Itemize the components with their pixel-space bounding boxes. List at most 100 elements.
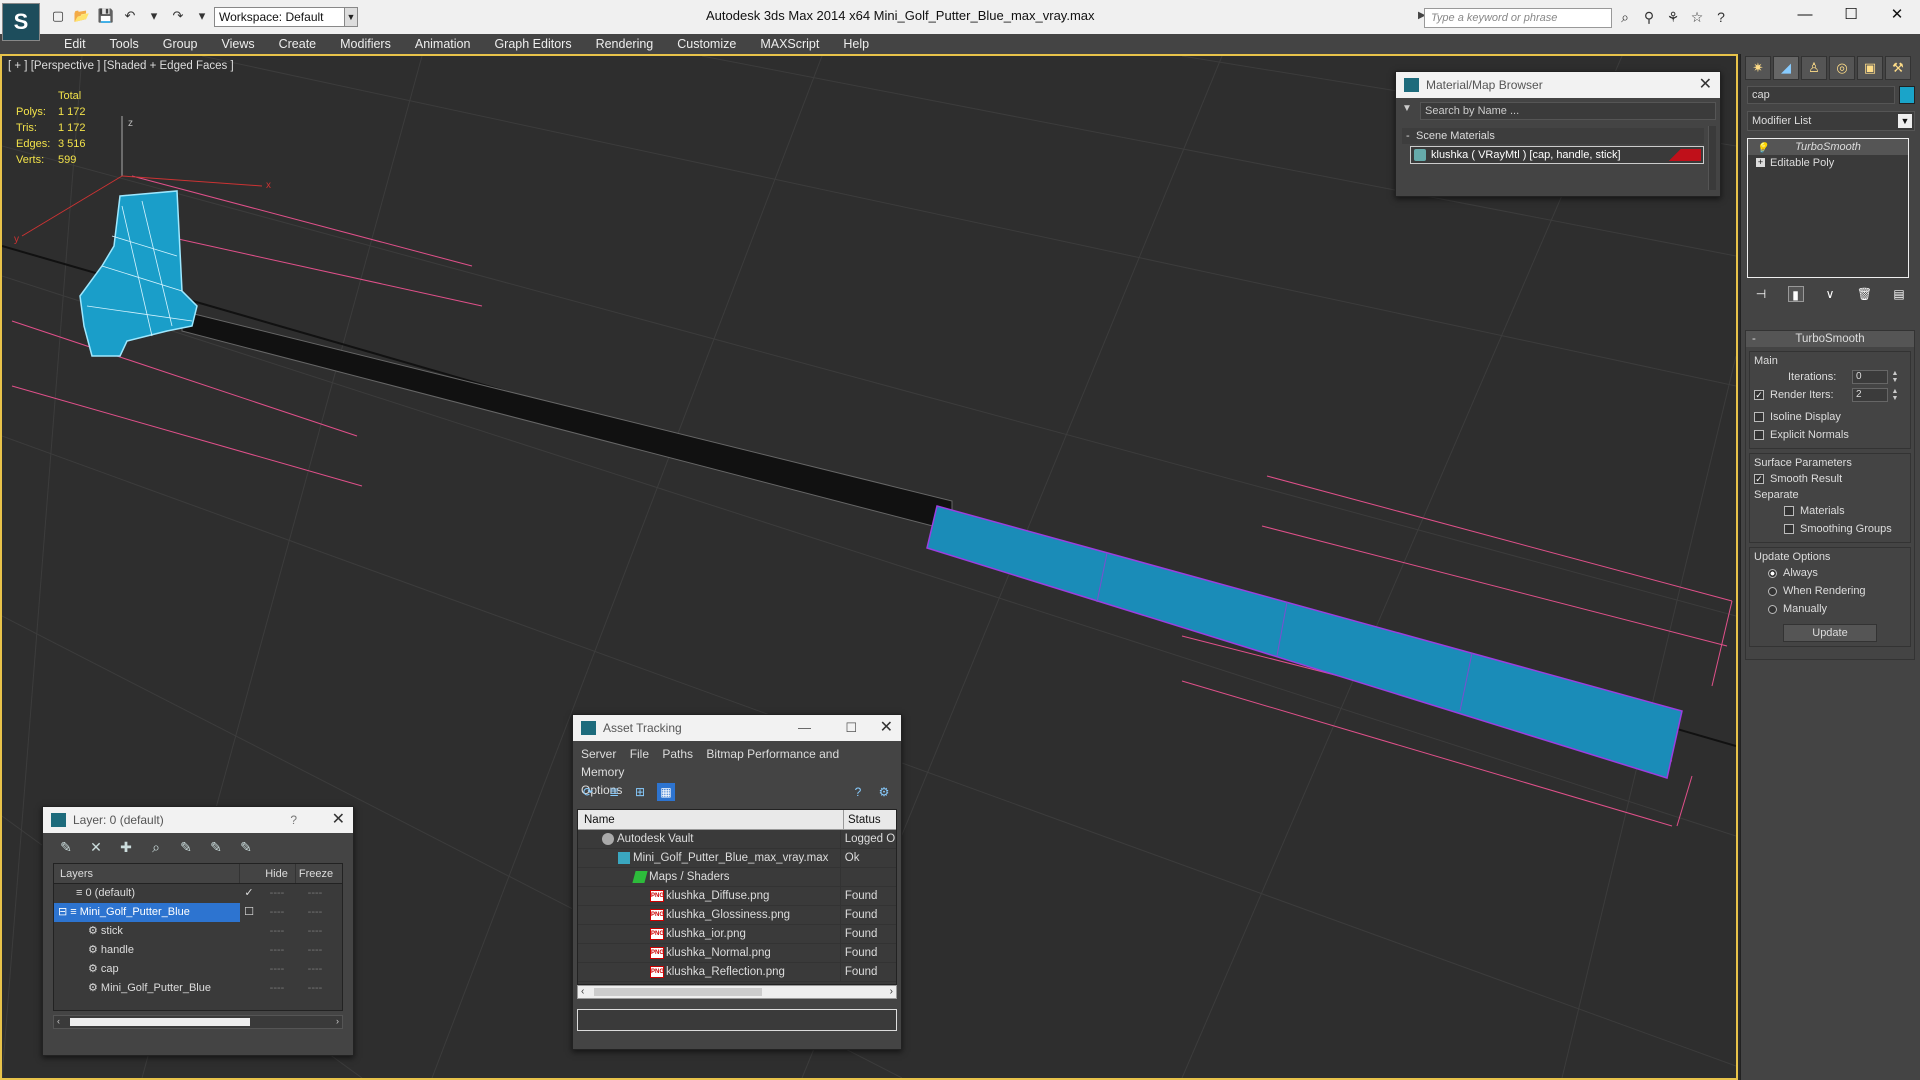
select-in-layer-icon[interactable]: ⌕ (147, 839, 165, 855)
motion-tab-icon[interactable]: ◎ (1829, 56, 1855, 80)
asset-scroll-right-icon[interactable]: › (890, 986, 893, 998)
layer-row-handle[interactable]: ⚙ handle ---- ---- (54, 941, 342, 960)
menu-animation[interactable]: Animation (403, 34, 483, 54)
layer-freeze-toggle[interactable]: ---- (296, 979, 334, 998)
table-view-icon[interactable]: ▦ (657, 783, 675, 801)
layer-hide-toggle[interactable]: ---- (258, 922, 296, 941)
layer-manager-titlebar[interactable]: Layer: 0 (default) ? ✕ (43, 807, 353, 833)
layer-freeze-toggle[interactable]: ---- (296, 941, 334, 960)
asset-horizontal-scrollbar[interactable]: ‹ › (577, 985, 897, 999)
current-layer-check-icon[interactable]: ☐ (240, 903, 258, 922)
modify-tab-icon[interactable]: ◢ (1773, 56, 1799, 80)
update-button[interactable]: Update (1783, 624, 1877, 642)
hide-all-layers-icon[interactable]: ✎ (207, 839, 225, 855)
turbosmooth-rollout-title[interactable]: TurboSmooth (1746, 331, 1914, 347)
layers-column-header[interactable]: Layers (54, 864, 240, 883)
asset-row-ior[interactable]: PNG klushka_ior.png Found (578, 925, 896, 944)
menu-maxscript[interactable]: MAXScript (748, 34, 831, 54)
asset-row-maps[interactable]: Maps / Shaders (578, 868, 896, 887)
redo-icon[interactable]: ↷ (168, 6, 188, 26)
asset-scroll-thumb[interactable] (594, 988, 762, 996)
object-color-swatch[interactable] (1899, 86, 1915, 104)
asset-name-column-header[interactable]: Name (578, 810, 844, 829)
isoline-display-checkbox[interactable] (1754, 412, 1764, 422)
asset-row-max-file[interactable]: Mini_Golf_Putter_Blue_max_vray.max Ok (578, 849, 896, 868)
new-file-icon[interactable]: ▢ (48, 6, 68, 26)
material-item-klushka[interactable]: klushka ( VRayMtl ) [cap, handle, stick] (1410, 146, 1704, 164)
material-browser-close-icon[interactable]: ✕ (1699, 72, 1712, 98)
scroll-left-icon[interactable]: ‹ (57, 1016, 60, 1026)
iterations-spinner-arrows-icon[interactable]: ▲ ▼ (1890, 370, 1900, 384)
menu-group[interactable]: Group (151, 34, 210, 54)
delete-layer-icon[interactable]: ✕ (87, 839, 105, 855)
material-browser-scrollbar[interactable] (1708, 126, 1716, 190)
binoculars-icon[interactable]: ⌕ (1616, 8, 1634, 26)
viewport-label[interactable]: [ + ] [Perspective ] [Shaded + Edged Fac… (8, 60, 234, 72)
layer-row-putter-object[interactable]: ⚙ Mini_Golf_Putter_Blue ---- ---- (54, 979, 342, 998)
render-iters-checkbox[interactable]: ✓ (1754, 390, 1764, 400)
save-file-icon[interactable]: 💾 (96, 6, 116, 26)
object-name-input[interactable]: cap (1747, 86, 1895, 104)
asset-status-column-header[interactable]: Status (844, 810, 881, 829)
current-layer-check-icon[interactable]: ✓ (240, 884, 258, 903)
asset-minimize-icon[interactable]: — (798, 715, 811, 741)
update-when-rendering-radio[interactable] (1768, 586, 1777, 596)
menu-rendering[interactable]: Rendering (584, 34, 666, 54)
workspace-select[interactable]: Workspace: Default (214, 7, 350, 27)
menu-tools[interactable]: Tools (98, 34, 151, 54)
layer-manager-close-icon[interactable]: ✕ (332, 807, 345, 833)
remove-modifier-icon[interactable]: 🗑 (1857, 286, 1873, 302)
refresh-icon[interactable]: ⟳ (579, 783, 597, 801)
separate-smoothing-groups-checkbox[interactable] (1784, 524, 1794, 534)
asset-settings-icon[interactable]: ⚙ (875, 783, 893, 801)
asset-menu-server[interactable]: Server (581, 747, 616, 761)
menu-help[interactable]: Help (831, 34, 881, 54)
display-tab-icon[interactable]: ▣ (1857, 56, 1883, 80)
render-iters-spinner-input[interactable]: 2 (1852, 388, 1888, 402)
layer-freeze-toggle[interactable]: ---- (296, 922, 334, 941)
layer-row-putter[interactable]: ⊟ ≡ Mini_Golf_Putter_Blue ☐ ---- ---- (54, 903, 342, 922)
help-icon[interactable]: ? (1712, 8, 1730, 26)
layer-row-stick[interactable]: ⚙ stick ---- ---- (54, 922, 342, 941)
scroll-right-icon[interactable]: › (336, 1016, 339, 1026)
menu-customize[interactable]: Customize (665, 34, 748, 54)
create-tab-icon[interactable]: ✷ (1745, 56, 1771, 80)
create-layer-icon[interactable]: ✎ (57, 839, 75, 855)
utilities-tab-icon[interactable]: ⚒ (1885, 56, 1911, 80)
asset-help-icon[interactable]: ? (849, 783, 867, 801)
show-end-result-icon[interactable]: ▮ (1787, 286, 1804, 302)
modifier-list-dropdown-icon[interactable]: ▼ (1898, 114, 1912, 128)
layer-hide-toggle[interactable]: ---- (258, 979, 296, 998)
maximize-button[interactable]: ☐ (1828, 0, 1874, 30)
tree-view-icon[interactable]: ⊞ (631, 783, 649, 801)
menu-modifiers[interactable]: Modifiers (328, 34, 403, 54)
explicit-normals-checkbox[interactable] (1754, 430, 1764, 440)
smooth-result-checkbox[interactable]: ✓ (1754, 474, 1764, 484)
expand-plus-icon[interactable]: + (1756, 158, 1765, 167)
asset-maximize-icon[interactable]: ☐ (845, 715, 857, 741)
undo-icon[interactable]: ↶ (120, 6, 140, 26)
subscription-key-icon[interactable]: ⚲ (1640, 8, 1658, 26)
menu-graph-editors[interactable]: Graph Editors (482, 34, 583, 54)
layer-scroll-thumb[interactable] (70, 1018, 250, 1026)
hierarchy-tab-icon[interactable]: ♙ (1801, 56, 1827, 80)
scene-materials-section[interactable]: Scene Materials (1402, 128, 1704, 144)
minimize-button[interactable]: — (1782, 0, 1828, 30)
layer-row-cap[interactable]: ⚙ cap ---- ---- (54, 960, 342, 979)
layer-freeze-toggle[interactable]: ---- (296, 960, 334, 979)
open-file-icon[interactable]: 📂 (72, 6, 92, 26)
configure-modifier-sets-icon[interactable]: ▤ (1891, 286, 1907, 302)
list-view-icon[interactable]: ≣ (605, 783, 623, 801)
layer-hide-toggle[interactable]: ---- (258, 903, 296, 922)
freeze-column-header[interactable]: Freeze (296, 864, 336, 883)
material-options-dropdown-icon[interactable]: ▼ (1402, 103, 1412, 114)
pin-stack-icon[interactable]: ⊣ (1753, 286, 1769, 302)
modifier-list-select[interactable]: Modifier List ▼ (1747, 111, 1915, 131)
layer-freeze-toggle[interactable]: ---- (296, 884, 334, 903)
asset-menu-file[interactable]: File (630, 747, 649, 761)
iterations-spinner-input[interactable]: 0 (1852, 370, 1888, 384)
asset-tracking-titlebar[interactable]: Asset Tracking — ☐ ✕ (573, 715, 901, 741)
material-search-input[interactable]: Search by Name ... (1420, 102, 1716, 120)
undo-dropdown-icon[interactable]: ▾ (144, 6, 164, 26)
menu-views[interactable]: Views (209, 34, 266, 54)
